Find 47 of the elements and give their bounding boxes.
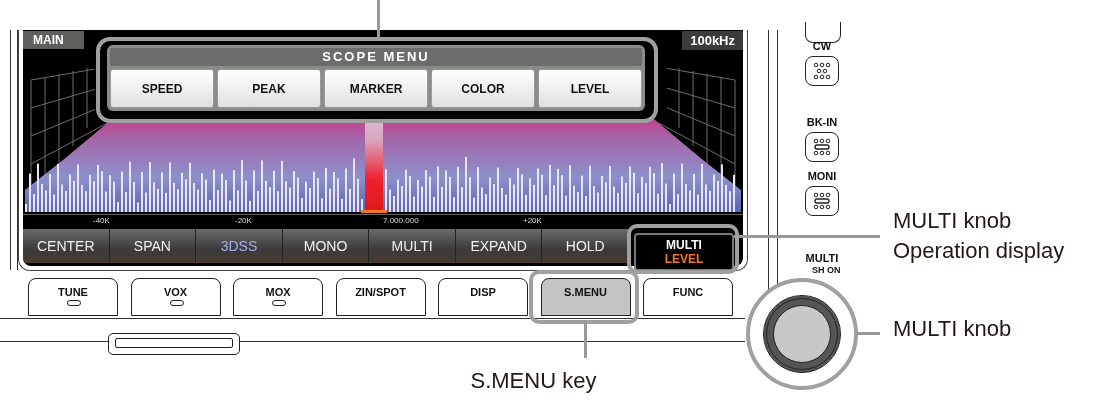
menu-button[interactable]: LEVEL (538, 69, 642, 108)
key-label: CW (811, 40, 833, 52)
key-label: MONI (806, 170, 838, 182)
receiver-label: MAIN (23, 31, 84, 49)
menu-button[interactable]: SPEED (110, 69, 214, 108)
softkey[interactable]: 3DSS (196, 229, 283, 263)
softkey[interactable]: MULTI (369, 229, 456, 263)
dots-bar-icon (811, 191, 833, 211)
leader-line (856, 332, 880, 335)
softkey[interactable]: SPAN (109, 229, 197, 263)
multi-function-label: MULTI (666, 238, 702, 252)
front-panel-key[interactable]: S.MENU (540, 278, 631, 316)
front-panel-key[interactable]: ZIN/SPOT (335, 278, 426, 316)
dots-bar-icon (811, 137, 833, 157)
leader-line (583, 320, 587, 358)
key-label: BK-IN (805, 116, 839, 128)
callout-text: MULTI knob (893, 207, 1013, 235)
menu-button[interactable]: COLOR (431, 69, 535, 108)
knob-sublabel: SH ON (812, 265, 841, 275)
knob-label: MULTI (804, 252, 840, 264)
softkey[interactable]: EXPAND (455, 229, 543, 263)
side-key-button[interactable] (805, 132, 839, 162)
callout-text: Operation display (893, 237, 1065, 265)
side-key-button[interactable] (805, 22, 841, 43)
menu-button[interactable]: MARKER (324, 69, 428, 108)
softkey[interactable]: MONO (282, 229, 370, 263)
front-panel-key[interactable]: VOX (130, 278, 221, 316)
front-panel-key[interactable]: FUNC (643, 278, 733, 316)
front-panel-key[interactable]: MOX (233, 278, 323, 316)
dots-icon (811, 61, 833, 81)
span-readout: 100kHz (682, 30, 743, 50)
frequency-label: -20K (235, 216, 252, 225)
frequency-label: 7.000.000 (383, 216, 419, 225)
softkey[interactable]: CENTER (23, 229, 110, 263)
front-panel-key[interactable]: TUNE (28, 278, 118, 316)
callout-text: MULTI knob (893, 316, 1012, 342)
frequency-label: +20K (523, 216, 542, 225)
multi-function-value: LEVEL (664, 252, 704, 266)
frequency-label: -40K (93, 216, 110, 225)
front-panel-key[interactable]: DISP (438, 278, 528, 316)
side-key-button[interactable] (805, 56, 839, 86)
menu-button[interactable]: PEAK (217, 69, 321, 108)
side-key-button[interactable] (805, 186, 839, 216)
softkey[interactable]: HOLD (542, 229, 630, 263)
leader-line (377, 0, 380, 38)
callout-text: S.MENU key (470, 368, 597, 394)
menu-title: SCOPE MENU (110, 48, 642, 66)
